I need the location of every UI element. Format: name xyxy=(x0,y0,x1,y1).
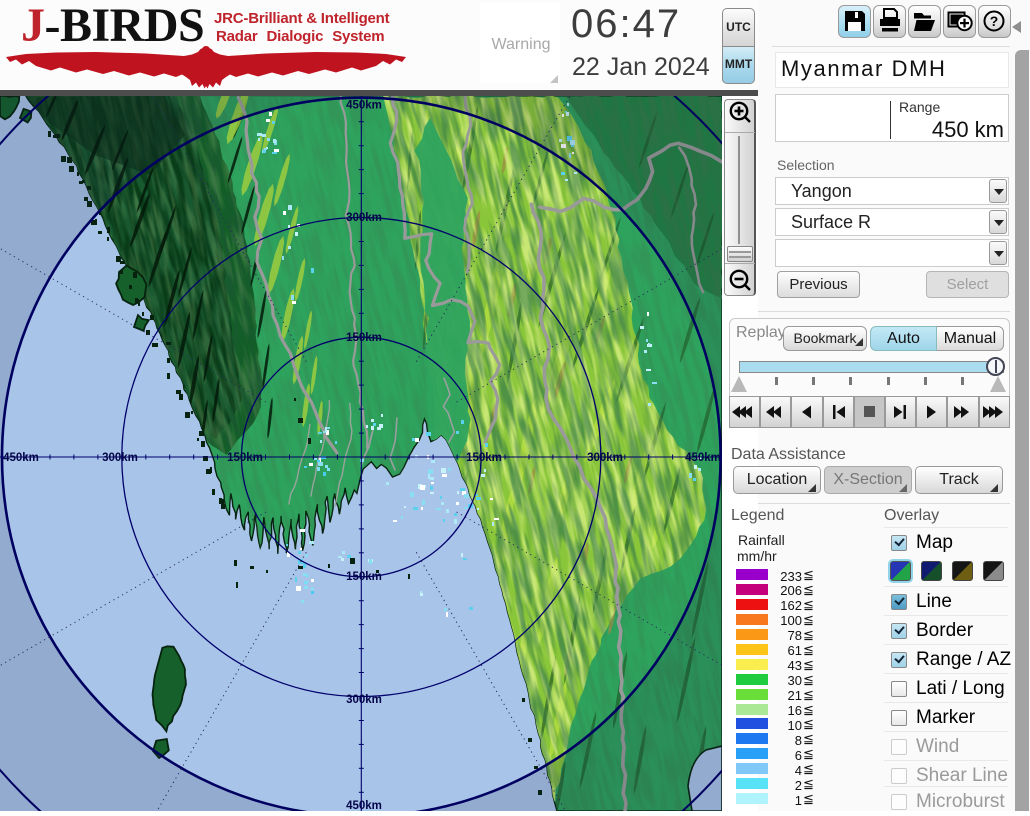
svg-text:?: ? xyxy=(990,13,999,29)
svg-text:450km: 450km xyxy=(685,452,721,464)
svg-text:150km: 150km xyxy=(227,452,263,464)
svg-text:150km: 150km xyxy=(346,332,382,344)
svg-text:150km: 150km xyxy=(466,452,502,464)
svg-text:300km: 300km xyxy=(102,452,138,464)
svg-text:450km: 450km xyxy=(346,800,382,811)
svg-text:300km: 300km xyxy=(587,452,623,464)
svg-text:150km: 150km xyxy=(346,571,382,583)
svg-text:450km: 450km xyxy=(3,452,39,464)
svg-text:450km: 450km xyxy=(346,100,382,112)
svg-text:300km: 300km xyxy=(346,212,382,224)
svg-text:300km: 300km xyxy=(346,694,382,706)
